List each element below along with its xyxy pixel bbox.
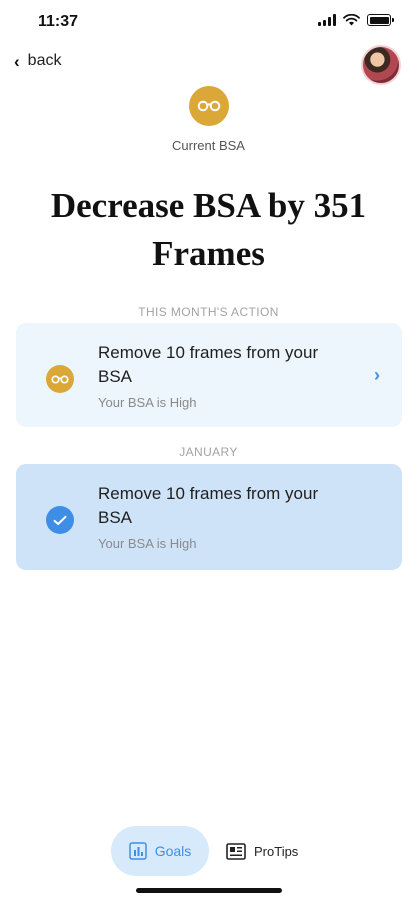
chevron-left-icon: ‹ — [14, 51, 20, 71]
card-subtitle: Your BSA is High — [98, 536, 197, 551]
page-title: Decrease BSA by 351 Frames — [50, 186, 367, 273]
tab-goals[interactable]: Goals — [111, 826, 209, 876]
signal-icon — [318, 14, 336, 26]
wifi-icon — [343, 14, 360, 26]
tab-protips[interactable]: ProTips — [220, 826, 304, 876]
back-button[interactable]: ‹ back — [14, 52, 61, 70]
avatar[interactable] — [361, 45, 401, 85]
glasses-icon — [189, 86, 229, 126]
section-label-current: THIS MONTH'S ACTION — [138, 305, 279, 319]
card-title: Remove 10 frames from your BSA — [98, 484, 319, 527]
status-bar: 11:37 — [0, 0, 417, 44]
tab-bar: Goals ProTips — [0, 826, 417, 878]
completed-action-card[interactable]: Remove 10 frames from your BSA Your BSA … — [16, 464, 402, 570]
status-time: 11:37 — [38, 13, 79, 30]
battery-icon — [367, 14, 394, 26]
back-label: back — [27, 52, 62, 69]
current-action-card[interactable]: Remove 10 frames from your BSA Your BSA … — [16, 323, 402, 427]
bar-chart-icon — [128, 842, 147, 860]
hero-caption: Current BSA — [172, 138, 245, 153]
checkmark-icon — [46, 506, 74, 534]
chevron-right-icon: › — [374, 365, 380, 385]
newspaper-icon — [226, 842, 246, 860]
glasses-icon — [46, 365, 74, 393]
tab-protips-label: ProTips — [254, 843, 299, 859]
tab-goals-label: Goals — [154, 843, 192, 859]
card-title: Remove 10 frames from your BSA — [98, 343, 319, 386]
status-icons — [318, 14, 394, 26]
card-subtitle: Your BSA is High — [98, 395, 197, 410]
section-label-january: JANUARY — [179, 445, 238, 459]
home-indicator — [136, 888, 282, 893]
